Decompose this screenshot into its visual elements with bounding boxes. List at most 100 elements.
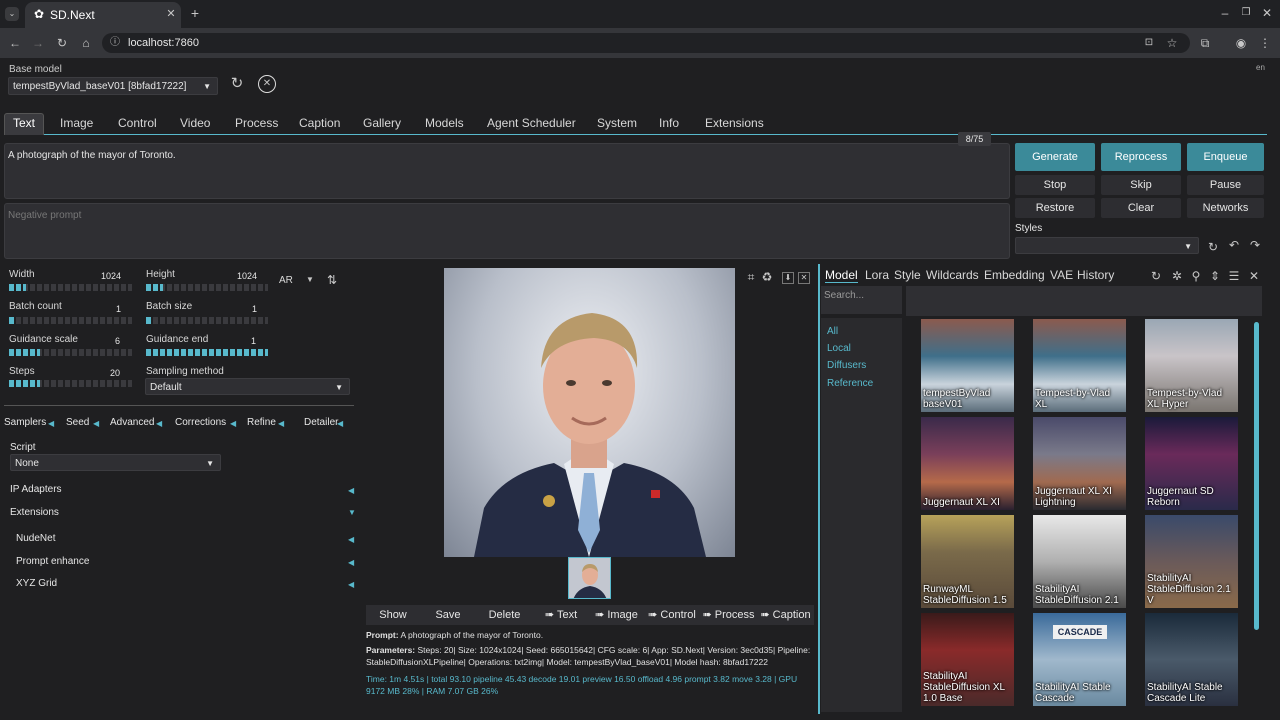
restore-button[interactable]: Restore — [1015, 198, 1095, 218]
styles-save-icon[interactable]: ↷ — [1248, 238, 1262, 252]
width-value[interactable]: 1024 — [101, 271, 121, 281]
menu-icon[interactable]: ⋮ — [1258, 36, 1272, 50]
prompt-input[interactable]: A photograph of the mayor of Toronto. — [4, 143, 1010, 199]
ar-label[interactable]: AR — [279, 275, 293, 286]
networks-tab-history[interactable]: History — [1077, 268, 1114, 282]
search-icon[interactable]: ⚲ — [1189, 269, 1203, 283]
guidance-scale-slider[interactable] — [9, 349, 132, 356]
styles-select[interactable]: ▼ — [1015, 237, 1199, 254]
close-networks-icon[interactable]: ✕ — [1247, 269, 1261, 283]
network-card[interactable]: Juggernaut XL XI — [921, 417, 1014, 510]
category-all[interactable]: All — [827, 326, 838, 337]
networks-tab-vae[interactable]: VAE — [1050, 268, 1073, 282]
send-control-button[interactable]: ➠ Control — [645, 607, 699, 623]
tab-system[interactable]: System — [589, 114, 645, 136]
clear-button[interactable]: Clear — [1101, 198, 1181, 218]
negative-prompt-input[interactable]: Negative prompt — [4, 203, 1010, 259]
batch-size-slider[interactable] — [146, 317, 268, 324]
send-text-button[interactable]: ➠ Text — [534, 607, 588, 623]
collapse-arrow-icon[interactable]: ◀ — [348, 486, 354, 495]
close-image-icon[interactable]: ✕ — [798, 272, 810, 284]
collapse-arrow-icon[interactable]: ◀ — [93, 419, 99, 428]
collapse-arrow-icon[interactable]: ◀ — [337, 419, 343, 428]
settings-icon[interactable]: ✲ — [1170, 269, 1184, 283]
profile-icon[interactable]: ◉ — [1234, 36, 1248, 50]
skip-button[interactable]: Skip — [1101, 175, 1181, 195]
tab-models[interactable]: Models — [417, 114, 472, 136]
reprocess-button[interactable]: Reprocess — [1101, 143, 1181, 171]
tab-process[interactable]: Process — [227, 114, 286, 136]
network-card[interactable]: RunwayML StableDiffusion 1.5 — [921, 515, 1014, 608]
sort-icon[interactable]: ⇕ — [1208, 269, 1222, 283]
collapse-arrow-icon[interactable]: ◀ — [278, 419, 284, 428]
script-select[interactable]: None ▼ — [10, 454, 221, 471]
tab-extensions[interactable]: Extensions — [697, 114, 772, 136]
refresh-model-icon[interactable]: ↻ — [229, 76, 245, 91]
tab-info[interactable]: Info — [651, 114, 687, 136]
category-local[interactable]: Local — [827, 343, 851, 354]
batch-count-slider[interactable] — [9, 317, 132, 324]
network-card[interactable]: Juggernaut SD Reborn — [1145, 417, 1238, 510]
download-icon[interactable]: ⬇ — [782, 272, 794, 284]
network-card[interactable]: Juggernaut XL XI Lightning — [1033, 417, 1126, 510]
nudenet-accordion[interactable]: NudeNet — [16, 533, 55, 544]
sampling-method-select[interactable]: Default ▼ — [145, 378, 350, 395]
prompt-enhance-accordion[interactable]: Prompt enhance — [16, 556, 89, 567]
steps-value[interactable]: 20 — [110, 368, 120, 378]
batch-size-value[interactable]: 1 — [252, 304, 257, 314]
list-view-icon[interactable]: ☰ — [1227, 269, 1241, 283]
width-slider[interactable] — [9, 284, 132, 291]
new-tab-icon[interactable]: + — [188, 6, 202, 20]
networks-search-input[interactable]: Search... — [821, 286, 902, 314]
category-reference[interactable]: Reference — [827, 378, 873, 389]
send-image-button[interactable]: ➠ Image — [589, 607, 644, 623]
bookmark-star-icon[interactable]: ☆ — [1165, 36, 1179, 50]
tab-caption[interactable]: Caption — [291, 114, 348, 136]
tab-gallery[interactable]: Gallery — [355, 114, 409, 136]
networks-button[interactable]: Networks — [1187, 198, 1264, 218]
reload-icon[interactable]: ↻ — [55, 36, 69, 50]
site-info-icon[interactable]: ⓘ — [108, 36, 122, 50]
address-bar[interactable]: ⓘ localhost:7860 ⊡ ☆ — [102, 33, 1190, 53]
tab-search-icon[interactable]: ⌄ — [5, 7, 19, 21]
install-icon[interactable]: ⊡ — [1142, 36, 1156, 50]
extensions-icon[interactable]: ⧉ — [1198, 36, 1212, 50]
subtab-advanced[interactable]: Advanced — [110, 417, 154, 428]
network-card[interactable]: StabilityAI Stable Cascade Lite — [1145, 613, 1238, 706]
unload-model-icon[interactable]: ✕ — [258, 75, 276, 93]
networks-tab-model[interactable]: Model — [825, 268, 858, 283]
xyz-grid-accordion[interactable]: XYZ Grid — [16, 578, 57, 589]
networks-tab-wildcards[interactable]: Wildcards — [926, 268, 979, 282]
networks-tab-style[interactable]: Style — [894, 268, 921, 282]
output-image[interactable] — [444, 268, 735, 557]
collapse-arrow-icon[interactable]: ◀ — [48, 419, 54, 428]
enqueue-button[interactable]: Enqueue — [1187, 143, 1264, 171]
expand-arrow-icon[interactable]: ▼ — [348, 508, 356, 517]
subtab-corrections[interactable]: Corrections — [175, 417, 226, 428]
base-model-select[interactable]: tempestByVlad_baseV01 [8bfad17222] ▼ — [8, 77, 218, 95]
networks-tab-embedding[interactable]: Embedding — [984, 268, 1045, 282]
tab-video[interactable]: Video — [172, 114, 218, 136]
stop-button[interactable]: Stop — [1015, 175, 1095, 195]
collapse-arrow-icon[interactable]: ◀ — [230, 419, 236, 428]
swap-dimensions-icon[interactable]: ⇅ — [325, 273, 339, 287]
extensions-accordion[interactable]: Extensions — [10, 507, 59, 518]
styles-apply-icon[interactable]: ↶ — [1227, 238, 1241, 252]
gallery-thumbnail[interactable] — [568, 557, 611, 599]
subtab-refine[interactable]: Refine — [247, 417, 276, 428]
ip-adapters-accordion[interactable]: IP Adapters — [10, 484, 62, 495]
generate-button[interactable]: Generate — [1015, 143, 1095, 171]
tab-image[interactable]: Image — [52, 114, 101, 136]
networks-scrollbar[interactable] — [1254, 322, 1259, 630]
collapse-arrow-icon[interactable]: ◀ — [156, 419, 162, 428]
height-value[interactable]: 1024 — [237, 271, 257, 281]
maximize-icon[interactable]: ❐ — [1239, 6, 1253, 20]
subtab-samplers[interactable]: Samplers — [4, 417, 46, 428]
subtab-detailer[interactable]: Detailer — [304, 417, 338, 428]
collapse-arrow-icon[interactable]: ◀ — [348, 580, 354, 589]
network-card[interactable]: StabilityAI StableDiffusion 2.1 V — [1145, 515, 1238, 608]
tab-control[interactable]: Control — [110, 114, 165, 136]
send-process-button[interactable]: ➠ Process — [701, 607, 756, 623]
close-tab-icon[interactable]: ✕ — [165, 7, 177, 21]
save-button[interactable]: Save — [422, 607, 474, 623]
